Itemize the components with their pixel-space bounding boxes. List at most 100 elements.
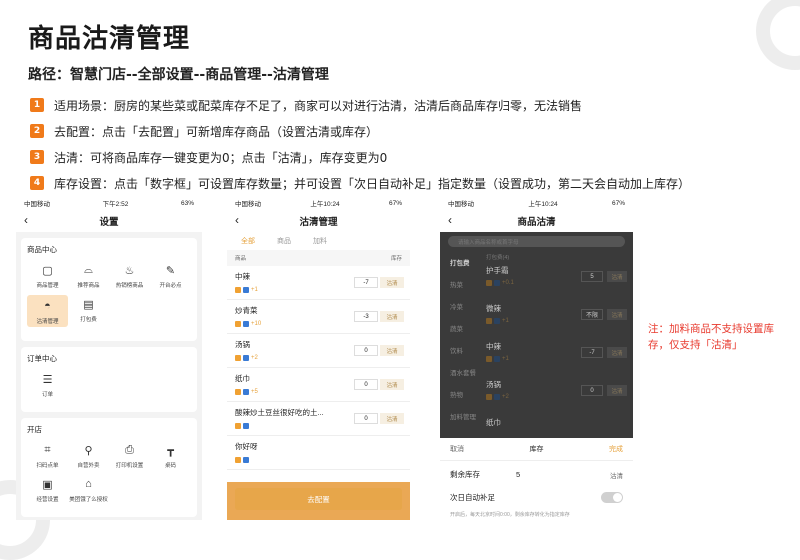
tag-icon [243,457,249,463]
table-row: 汤锅 +2 0 沽清 [227,334,410,368]
tab-all[interactable]: 全部 [241,236,255,246]
menu-business-settings[interactable]: ▣ 经营设置 [27,475,68,504]
sidebar-item: 热菜 [450,282,463,289]
carrier: 中国移动 [24,201,50,208]
sidebar-item: 饮料 [450,348,463,355]
nav-bar: ‹ 沽清管理 [227,210,410,232]
stock-input[interactable]: -3 [354,311,378,322]
sidebar-item: 冷菜 [450,304,463,311]
stock-input[interactable]: 0 [354,413,378,424]
remaining-stock-row: 剩余库存 5 沽清 [440,461,633,484]
sellout-button[interactable]: 沽清 [380,413,404,424]
carrier: 中国移动 [448,201,474,208]
menu-must-order[interactable]: ✎ 开台必点 [150,261,191,290]
step-2: 2 去配置：点击「去配置」可新增库存商品（设置沽清或库存） [30,118,770,144]
tab-addons[interactable]: 加料 [313,236,327,246]
list-item: 微辣 +1 不限 沽清 [480,301,633,339]
category-sidebar: 打包费 热菜 冷菜 蔬菜 饮料 酒水套餐 熟物 加料管理 [440,251,480,453]
remaining-stock-input[interactable]: 5 [516,470,610,479]
menu-product-manage[interactable]: ▢ 商品管理 [27,261,68,290]
tag-icon [486,394,492,400]
tag-icon [243,389,249,395]
sellout-button[interactable]: 沽清 [380,379,404,390]
menu-recommend[interactable]: ⌓ 推荐商品 [68,261,109,290]
menu-scan-order[interactable]: ⌗ 扫码点单 [27,441,68,470]
menu-meituan-auth[interactable]: ⌂ 美团饿了么授权 [68,475,109,503]
section-title: 开店 [27,425,42,434]
auto-refill-toggle[interactable] [601,492,623,503]
back-icon[interactable]: ‹ [235,213,239,227]
tag-icon [235,423,241,429]
flame-icon: ♨ [124,264,135,277]
stock-sheet: 取消 库存 完成 剩余库存 5 沽清 次日自动补足 开启后，每天北京时间0:00… [440,438,633,520]
menu-sellout-manage[interactable]: ◓ 沽清管理 [27,295,68,327]
step-text: 沽清：可将商品库存一键变更为0；点击「沽清」，库存变更为0 [54,150,388,165]
phone-sellout-list: 中国移动 上午10:24 67% ‹ 沽清管理 全部 商品 加料 商品 库存 中… [227,196,410,520]
tag-icon [235,389,241,395]
table-row: 酸辣炒土豆丝很好吃的土... 0 沽清 [227,402,410,436]
table-icon: ┳ [167,444,174,457]
menu-orders[interactable]: ☰ 订单 [27,370,68,399]
step-number: 3 [30,150,44,164]
sellout-button: 沽清 [607,347,627,358]
search-input: 请输入商品名称或首字母 [448,236,625,247]
sellout-button[interactable]: 沽清 [380,277,404,288]
menu-delivery[interactable]: ⚲ 自营外卖 [68,441,109,470]
nav-bar: ‹ 商品沽清 [440,210,633,232]
step-text: 去配置：点击「去配置」可新增库存商品（设置沽清或库存） [54,124,379,139]
remaining-label: 剩余库存 [450,470,480,479]
step-number: 1 [30,98,44,112]
menu-printer[interactable]: ⎙ 打印机设置 [109,441,150,470]
sellout-button: 沽清 [607,385,627,396]
menu-packing-fee[interactable]: ▤ 打包费 [68,295,109,327]
house-icon: ⌂ [85,478,92,490]
page-title: 商品沽清管理 [28,24,191,54]
dimmed-overlay[interactable]: 请输入商品名称或首字母 打包费 热菜 冷菜 蔬菜 饮料 酒水套餐 熟物 加料管理… [440,232,633,438]
status-bar: 中国移动 上午10:24 67% [440,196,633,210]
step-text: 适用场景：厨房的某些菜或配菜库存不足了，商家可以对进行沽清，沽清后商品库存归零，… [54,98,583,113]
tag-icon [235,457,241,463]
table-header: 商品 库存 [227,250,410,266]
step-3: 3 沽清：可将商品库存一键变更为0；点击「沽清」，库存变更为0 [30,144,770,170]
sellout-button: 沽清 [607,309,627,320]
dish-icon: ◓ [44,300,51,312]
step-text: 库存设置：点击「数字框」可设置库存数量；并可设置「次日自动补足」指定数量（设置成… [54,176,691,191]
back-icon[interactable]: ‹ [448,213,452,227]
stock-input: 0 [581,385,603,396]
cancel-button[interactable]: 取消 [450,444,464,454]
phone-sellout-edit: 中国移动 上午10:24 67% ‹ 商品沽清 请输入商品名称或首字母 打包费 … [440,196,633,520]
list-item: 护手霜 +0.1 5 沽清 [480,263,633,301]
stock-input[interactable]: -7 [354,277,378,288]
sheet-header: 取消 库存 完成 [440,438,633,461]
tag-icon [494,280,500,286]
decor-circle-top [756,0,800,70]
tab-products[interactable]: 商品 [277,236,291,246]
auto-refill-label: 次日自动补足 [450,493,495,502]
go-config-button[interactable]: 去配置 [235,488,402,510]
clock: 下午2:52 [102,201,129,208]
menu-table-code[interactable]: ┳ 桌码 [150,441,191,470]
tag-icon [486,280,492,286]
sellout-button[interactable]: 沽清 [380,345,404,356]
stock-input[interactable]: 0 [354,379,378,390]
menu-hot-list[interactable]: ♨ 热销榜商品 [109,261,150,290]
scan-icon: ⌗ [44,443,51,456]
path-value: 智慧门店--全部设置--商品管理--沽清管理 [70,67,329,83]
scooter-icon: ⚲ [84,444,93,457]
done-button[interactable]: 完成 [609,444,623,454]
stock-input: 不限 [581,309,603,320]
section-order-center: 订单中心 ☰ 订单 [21,347,197,412]
section-open-store: 开店 ⌗ 扫码点单 ⚲ 自营外卖 ⎙ 打印机设置 ┳ 桌码 ▣ 经营设置 ⌂ 美团饿了么授权 [21,418,197,517]
tag-icon [494,394,500,400]
list-item: 中辣 +1 -7 沽清 [480,339,633,377]
auto-refill-hint: 开启后，每天北京时间0:00，剩余库存转化为指定库存 [450,512,570,518]
stock-input[interactable]: 0 [354,345,378,356]
edit-icon: ✎ [165,264,176,277]
tag-icon [494,318,500,324]
sheet-sellout-button[interactable]: 沽清 [610,470,623,480]
path-label: 路径： [28,67,70,83]
tag-icon [243,355,249,361]
sellout-button[interactable]: 沽清 [380,311,404,322]
nav-bar: ‹ 设置 [16,210,202,232]
back-icon[interactable]: ‹ [24,213,28,227]
